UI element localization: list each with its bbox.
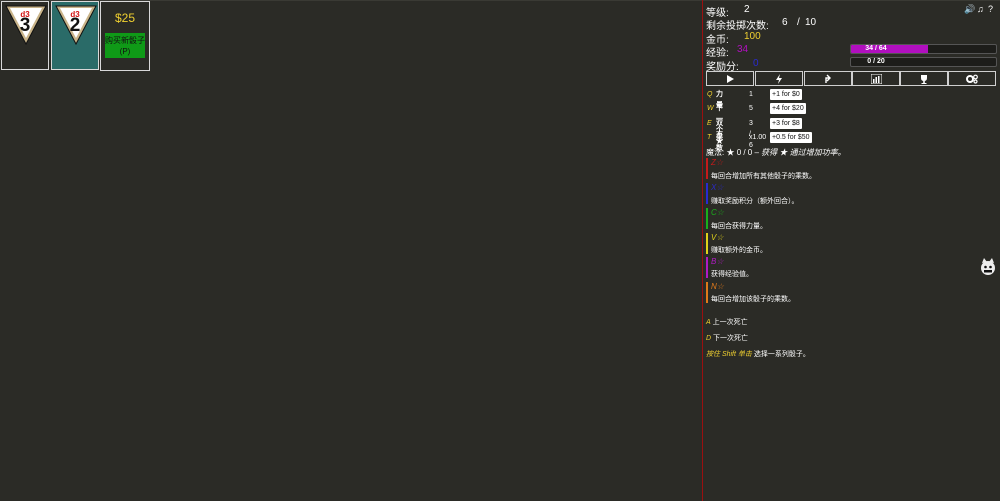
power-key-c[interactable]: C☆ bbox=[711, 208, 724, 217]
hint-text: 下一次死亡 bbox=[713, 335, 749, 342]
rolls-left-label: 剩余投掷次数: bbox=[706, 21, 769, 32]
panel-divider bbox=[702, 0, 703, 501]
upgrade-key: W bbox=[707, 105, 714, 112]
chart-icon bbox=[870, 73, 882, 85]
music-icon[interactable]: ♫ bbox=[977, 4, 984, 14]
buy-die-price: $25 bbox=[114, 11, 136, 25]
power-bar-c bbox=[706, 208, 708, 229]
hint-text: 选择一系列骰子。 bbox=[753, 351, 810, 358]
power-desc-c: 每回合获得力量。 bbox=[711, 223, 767, 230]
level-value: 2 bbox=[744, 4, 750, 15]
power-desc-v: 赚取额外的金币。 bbox=[711, 247, 767, 254]
power-desc-x: 赚取奖励积分（额外回合）。 bbox=[711, 198, 799, 205]
top-border bbox=[0, 0, 1000, 1]
play-button[interactable] bbox=[706, 71, 754, 86]
bonus-progress-bar: 0 / 20 bbox=[850, 57, 997, 67]
power-bar-x bbox=[706, 183, 708, 204]
gear-icon bbox=[966, 74, 978, 84]
power-key-x[interactable]: X☆ bbox=[711, 183, 724, 192]
level-up-button[interactable] bbox=[804, 71, 852, 86]
rolls-total-value: 10 bbox=[805, 17, 817, 28]
hint-prev-death: A 上一次死亡 bbox=[706, 317, 748, 327]
star-outline-icon: ☆ bbox=[716, 233, 724, 242]
arrow-up-icon bbox=[825, 74, 831, 83]
upgrade-buy-button[interactable]: +4 for $20 bbox=[770, 103, 806, 114]
exp-label: 经验: bbox=[706, 48, 729, 59]
upgrade-value: 5 bbox=[749, 105, 753, 112]
star-outline-icon: ☆ bbox=[715, 158, 724, 167]
sound-icon[interactable]: 🔊 bbox=[964, 4, 975, 15]
power-bar-z bbox=[706, 158, 708, 179]
upgrade-value: x1.00 bbox=[749, 134, 767, 141]
die-face-value: 2 bbox=[69, 15, 81, 36]
cat-face-icon bbox=[981, 258, 995, 275]
lightning-icon bbox=[776, 74, 782, 84]
magic-desc: 获得 ★ 通过增加功率。 bbox=[761, 148, 846, 157]
upgrade-buy-button[interactable]: +1 for $0 bbox=[770, 89, 802, 100]
power-desc-n: 每回合增加该骰子的乘数。 bbox=[711, 296, 795, 303]
power-desc-b: 获得经验值。 bbox=[711, 271, 753, 278]
hint-key: A bbox=[706, 319, 711, 326]
hint-key: 按住 Shift 单击 bbox=[706, 351, 752, 358]
upgrade-value: 1 bbox=[749, 91, 753, 98]
star-outline-icon: ☆ bbox=[716, 208, 724, 217]
bonus-value: 0 bbox=[753, 58, 759, 69]
power-key-v[interactable]: V☆ bbox=[711, 233, 724, 242]
upgrade-key: E bbox=[707, 120, 712, 127]
star-outline-icon: ☆ bbox=[716, 257, 724, 266]
achievements-button[interactable] bbox=[900, 71, 948, 86]
power-bar-v bbox=[706, 233, 708, 254]
avatar[interactable] bbox=[979, 258, 997, 276]
power-bar-b bbox=[706, 257, 708, 278]
bonus-progress-text: 0 / 20 bbox=[867, 58, 885, 65]
power-button[interactable] bbox=[755, 71, 803, 86]
buy-die-panel: $25 购买新骰子 (P) bbox=[100, 1, 150, 71]
exp-value: 34 bbox=[737, 44, 749, 55]
hint-shift-select: 按住 Shift 单击 选择一系列骰子。 bbox=[706, 349, 810, 359]
buy-die-button[interactable]: 购买新骰子 (P) bbox=[105, 33, 145, 58]
magic-line: 魔法: ★ 0 / 0 – 获得 ★ 通过增加功率。 bbox=[706, 147, 846, 158]
die-face-value: 3 bbox=[19, 15, 31, 36]
hint-text: 上一次死亡 bbox=[712, 319, 748, 326]
hint-next-death: D 下一次死亡 bbox=[706, 333, 748, 343]
upgrade-key: Q bbox=[707, 91, 713, 98]
exp-progress-text: 34 / 64 bbox=[865, 45, 887, 52]
rolls-separator: / bbox=[797, 17, 800, 28]
play-icon bbox=[727, 75, 734, 83]
magic-label: 魔法: bbox=[706, 148, 725, 157]
upgrade-buy-button[interactable]: +0.5 for $50 bbox=[770, 132, 812, 143]
star-outline-icon: ☆ bbox=[716, 282, 724, 291]
gold-value: 100 bbox=[744, 31, 761, 42]
power-desc-z: 每回合增加所有其他骰子的乘数。 bbox=[711, 173, 816, 180]
magic-stars: ★ 0 / 0 – bbox=[726, 148, 759, 157]
upgrade-buy-button[interactable]: +3 for $8 bbox=[770, 118, 802, 129]
power-key-n[interactable]: N☆ bbox=[711, 282, 724, 291]
power-bar-n bbox=[706, 282, 708, 303]
exp-progress-bar: 34 / 64 bbox=[850, 44, 997, 54]
star-outline-icon: ☆ bbox=[716, 183, 724, 192]
die-tile-1[interactable]: d3 3 bbox=[1, 1, 49, 70]
stats-button[interactable] bbox=[852, 71, 900, 86]
help-icon[interactable]: ? bbox=[988, 4, 993, 14]
die-tile-2[interactable]: d3 2 bbox=[51, 1, 99, 70]
hint-key: D bbox=[706, 335, 712, 342]
settings-button[interactable] bbox=[948, 71, 996, 86]
trophy-icon bbox=[921, 75, 927, 84]
power-key-b[interactable]: B☆ bbox=[711, 257, 724, 266]
rolls-left-value: 6 bbox=[782, 17, 788, 28]
power-key-z[interactable]: Z☆ bbox=[711, 158, 723, 167]
upgrade-key: T bbox=[707, 134, 712, 141]
